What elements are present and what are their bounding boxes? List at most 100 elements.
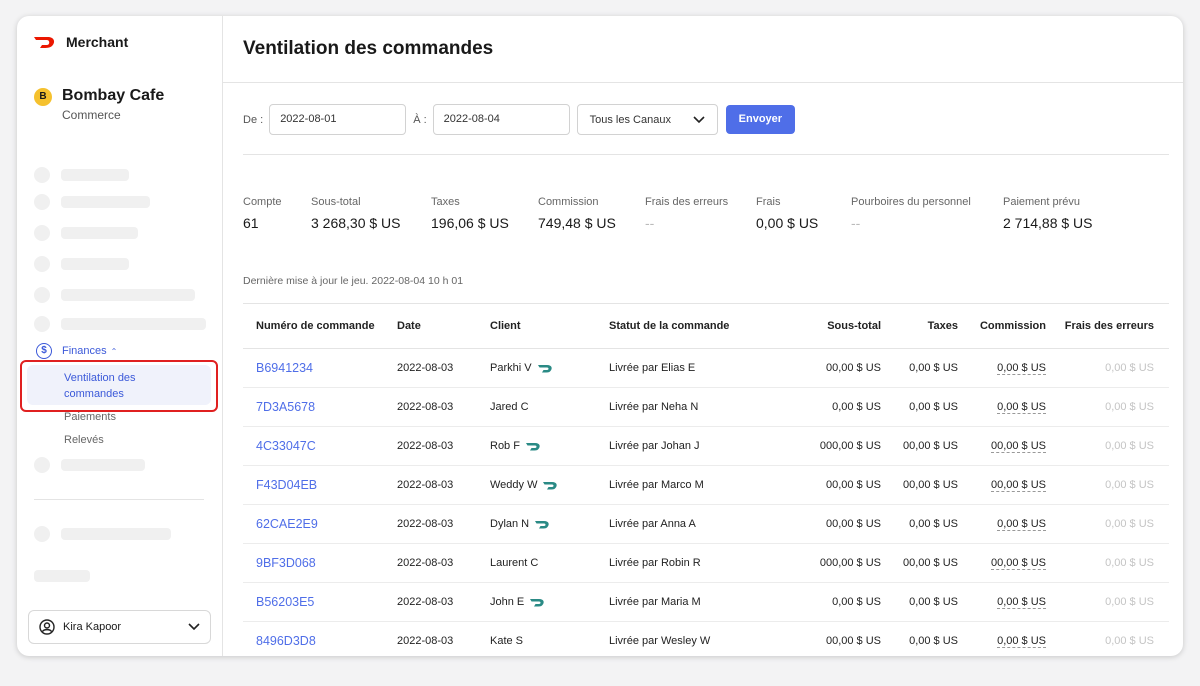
main-content: Ventilation des commandes De : 2022-08-0… — [223, 16, 1183, 656]
commission-value: 0,00 $ US — [997, 518, 1046, 531]
channel-select[interactable]: Tous les Canaux — [576, 104, 718, 135]
error-fees-cell: 0,00 $ US — [1046, 465, 1169, 505]
selection-highlight — [20, 360, 218, 412]
stat-commission: Commission 749,48 $ US — [538, 196, 616, 231]
stat-value: 0,00 $ US — [756, 215, 819, 231]
table-row[interactable]: 62CAE2E9 2022-08-03 Dylan N Livrée par Anna… — [243, 504, 1169, 544]
user-icon — [39, 619, 55, 635]
commission-cell[interactable]: 00,00 $ US — [958, 543, 1046, 583]
commission-cell[interactable]: 0,00 $ US — [958, 621, 1046, 656]
sidebar-divider — [34, 499, 204, 500]
order-id-link[interactable]: F43D04EB — [256, 478, 317, 492]
subtotal-cell: 00,00 $ US — [779, 465, 881, 505]
header-divider — [223, 82, 1183, 83]
stat-error-fees: Frais des erreurs -- — [645, 196, 728, 231]
column-header[interactable]: Statut de la commande — [609, 303, 779, 349]
stat-value: 2 714,88 $ US — [1003, 215, 1093, 231]
subtotal-cell: 00,00 $ US — [779, 504, 881, 544]
commission-value: 00,00 $ US — [990, 557, 1046, 570]
stat-value: 196,06 $ US — [431, 215, 509, 231]
stat-expected-payout: Paiement prévu 2 714,88 $ US — [1003, 196, 1093, 231]
commission-cell[interactable]: 0,00 $ US — [958, 582, 1046, 622]
taxes-cell: 0,00 $ US — [881, 621, 958, 656]
commission-cell[interactable]: 00,00 $ US — [958, 465, 1046, 505]
commission-cell[interactable]: 00,00 $ US — [958, 426, 1046, 466]
subtotal-cell: 0,00 $ US — [779, 387, 881, 427]
sidebar-item-statements[interactable]: Relevés — [64, 434, 104, 446]
nav-placeholder — [61, 258, 129, 270]
stat-label: Pourboires du personnel — [851, 196, 971, 208]
column-header[interactable]: Taxes — [881, 303, 958, 349]
user-menu[interactable]: Kira Kapoor — [28, 610, 211, 644]
client-cell: Parkhi V — [490, 348, 609, 388]
order-status: Livrée par Elias E — [609, 348, 779, 388]
stat-label: Frais — [756, 196, 781, 208]
nav-placeholder — [61, 459, 145, 471]
order-id-link[interactable]: B6941234 — [256, 361, 313, 375]
nav-placeholder-icon — [34, 287, 50, 303]
order-id-link[interactable]: 62CAE2E9 — [256, 517, 318, 531]
client-name: Laurent C — [490, 557, 539, 569]
column-header[interactable]: Client — [490, 303, 609, 349]
nav-placeholder — [61, 289, 195, 301]
table-row[interactable]: 7D3A5678 2022-08-03 Jared C Livrée par Neha… — [243, 387, 1169, 427]
order-status: Livrée par Anna A — [609, 504, 779, 544]
subtotal-cell: 00,00 $ US — [779, 348, 881, 388]
order-date: 2022-08-03 — [397, 426, 490, 466]
commission-cell[interactable]: 0,00 $ US — [958, 348, 1046, 388]
submit-button[interactable]: Envoyer — [725, 105, 796, 134]
sidebar-item-finances[interactable]: $ Finances ⌃ — [36, 343, 117, 359]
table-row[interactable]: B56203E5 2022-08-03 John E Livrée par Maria… — [243, 582, 1169, 622]
order-id-link[interactable]: B56203E5 — [256, 595, 314, 609]
sidebar-item-payments[interactable]: Paiements — [64, 411, 116, 423]
commission-cell[interactable]: 0,00 $ US — [958, 504, 1046, 544]
table-row[interactable]: 4C33047C 2022-08-03 Rob F Livrée par Johan … — [243, 426, 1169, 466]
taxes-cell: 00,00 $ US — [881, 426, 958, 466]
taxes-cell: 0,00 $ US — [881, 348, 958, 388]
nav-placeholder-icon — [34, 457, 50, 473]
nav-placeholder — [61, 169, 129, 181]
order-id-link[interactable]: 9BF3D068 — [256, 556, 316, 570]
client-cell: Dylan N — [490, 504, 609, 544]
order-date: 2022-08-03 — [397, 348, 490, 388]
table-row[interactable]: B6941234 2022-08-03 Parkhi V Livrée par Eli… — [243, 348, 1169, 388]
commission-value: 0,00 $ US — [997, 635, 1046, 648]
stat-label: Commission — [538, 196, 599, 208]
nav-placeholder — [61, 318, 206, 330]
order-status: Livrée par Robin R — [609, 543, 779, 583]
client-name: Kate S — [490, 635, 524, 647]
column-header[interactable]: Sous-total — [779, 303, 881, 349]
order-id-link[interactable]: 4C33047C — [256, 439, 316, 453]
brand-name: Merchant — [66, 34, 129, 50]
order-id-link[interactable]: 7D3A5678 — [256, 400, 315, 414]
order-date: 2022-08-03 — [397, 465, 490, 505]
client-cell: Laurent C — [490, 543, 609, 583]
column-header[interactable]: Commission — [958, 303, 1046, 349]
channel-select-value: Tous les Canaux — [589, 113, 671, 126]
stat-value: 61 — [243, 215, 259, 231]
table-row[interactable]: 9BF3D068 2022-08-03 Laurent C Livrée par Ro… — [243, 543, 1169, 583]
taxes-cell: 0,00 $ US — [881, 582, 958, 622]
client-cell: Jared C — [490, 387, 609, 427]
client-name: Jared C — [490, 401, 529, 413]
doordash-icon — [34, 37, 55, 48]
nav-placeholder-icon — [34, 225, 50, 241]
nav-placeholder — [61, 227, 138, 239]
dollar-icon: $ — [36, 343, 52, 359]
column-header[interactable]: Date — [397, 303, 490, 349]
table-row[interactable]: F43D04EB 2022-08-03 Weddy W Livrée par Marc… — [243, 465, 1169, 505]
nav-placeholder — [61, 528, 171, 540]
brand-logo[interactable]: Merchant — [34, 34, 128, 50]
to-date-input[interactable]: 2022-08-04 — [432, 104, 570, 135]
column-header[interactable]: Frais des erreurs — [1046, 303, 1169, 349]
column-header[interactable]: Numéro de commande — [243, 303, 397, 349]
order-id-link[interactable]: 8496D3D8 — [256, 634, 316, 648]
table-row[interactable]: 8496D3D8 2022-08-03 Kate S Livrée par Wesle… — [243, 621, 1169, 656]
from-date-input[interactable]: 2022-08-01 — [269, 104, 407, 135]
stat-count: Compte 61 — [243, 196, 282, 231]
subtotal-cell: 000,00 $ US — [779, 543, 881, 583]
stat-label: Paiement prévu — [1003, 196, 1081, 208]
taxes-cell: 00,00 $ US — [881, 465, 958, 505]
client-cell: Kate S — [490, 621, 609, 656]
commission-cell[interactable]: 0,00 $ US — [958, 387, 1046, 427]
